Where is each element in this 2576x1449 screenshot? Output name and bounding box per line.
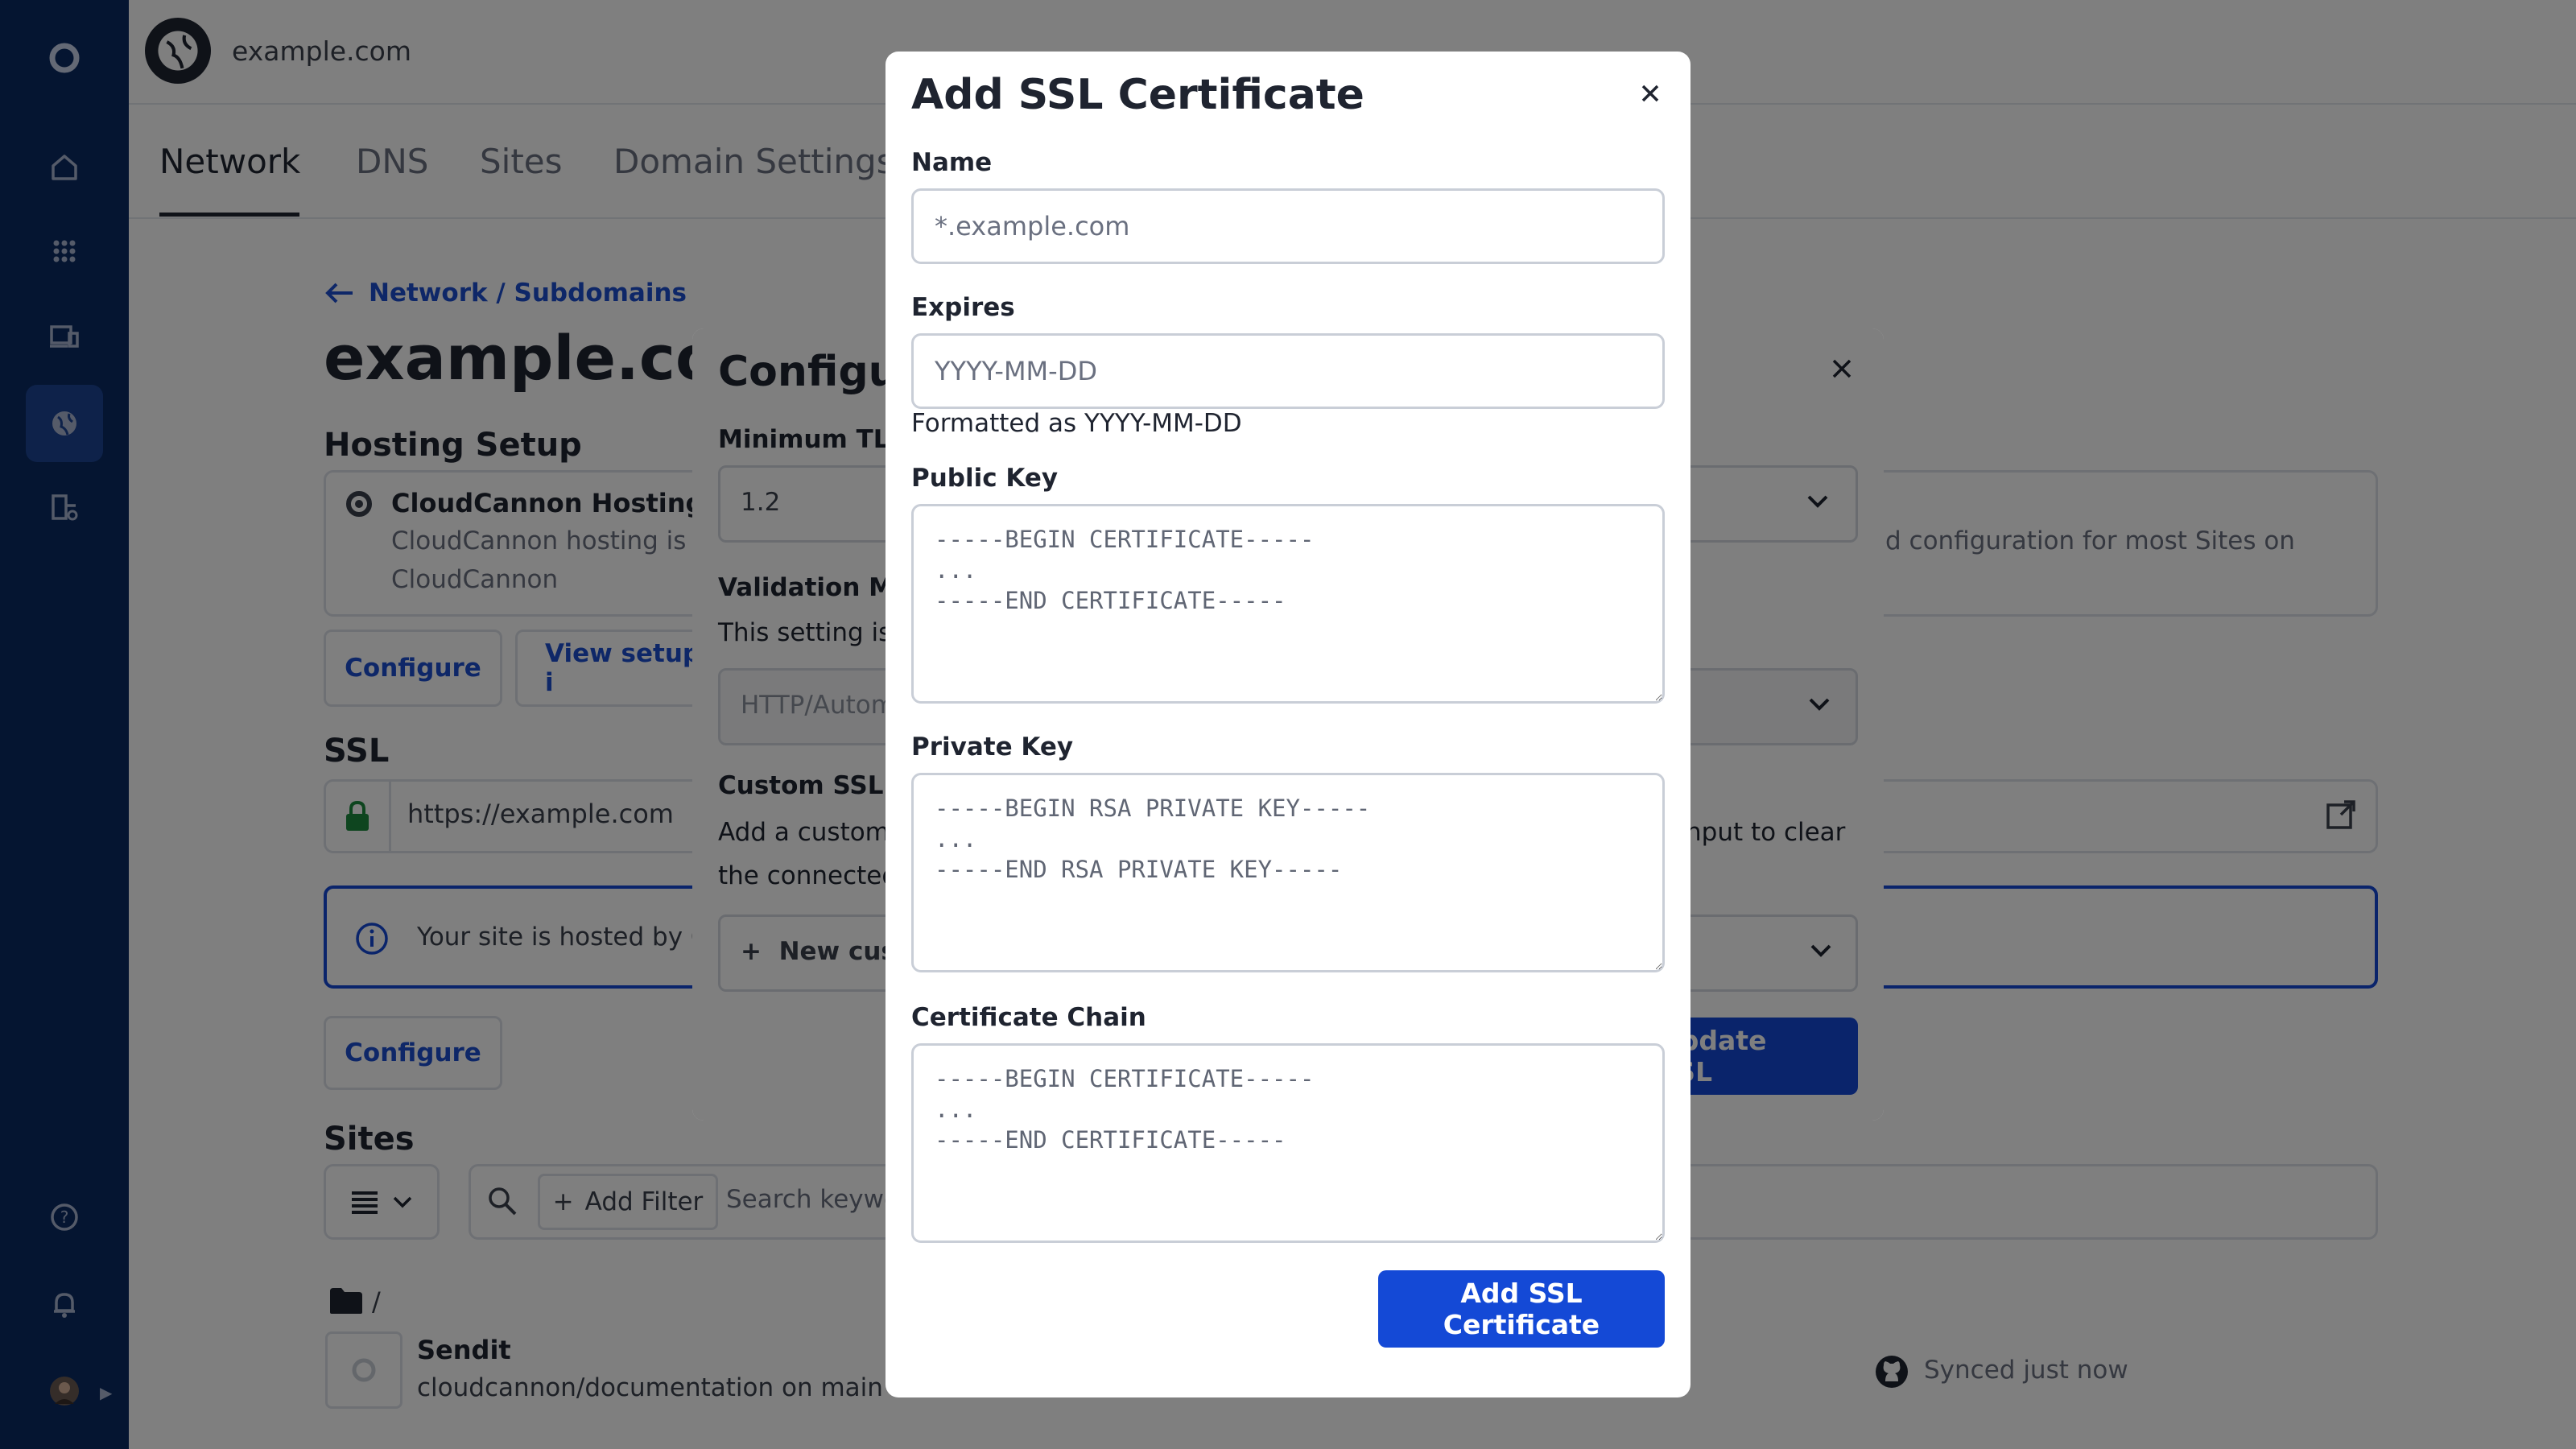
public-key-textarea[interactable]	[911, 504, 1665, 704]
add-ssl-certificate-button[interactable]: Add SSL Certificate	[1378, 1270, 1665, 1348]
expires-hint: Formatted as YYYY-MM-DD	[911, 409, 1242, 438]
private-key-textarea[interactable]	[911, 773, 1665, 972]
public-key-label: Public Key	[911, 464, 1059, 493]
add-ssl-modal-close-icon[interactable]	[1634, 77, 1666, 109]
name-label: Name	[911, 148, 993, 177]
expires-input[interactable]	[911, 333, 1665, 409]
private-key-label: Private Key	[911, 733, 1074, 762]
add-ssl-modal-title: Add SSL Certificate	[911, 71, 1364, 119]
expires-label: Expires	[911, 293, 1015, 322]
name-input[interactable]	[911, 188, 1665, 264]
certificate-chain-textarea[interactable]	[911, 1043, 1665, 1243]
certificate-chain-label: Certificate Chain	[911, 1003, 1146, 1032]
